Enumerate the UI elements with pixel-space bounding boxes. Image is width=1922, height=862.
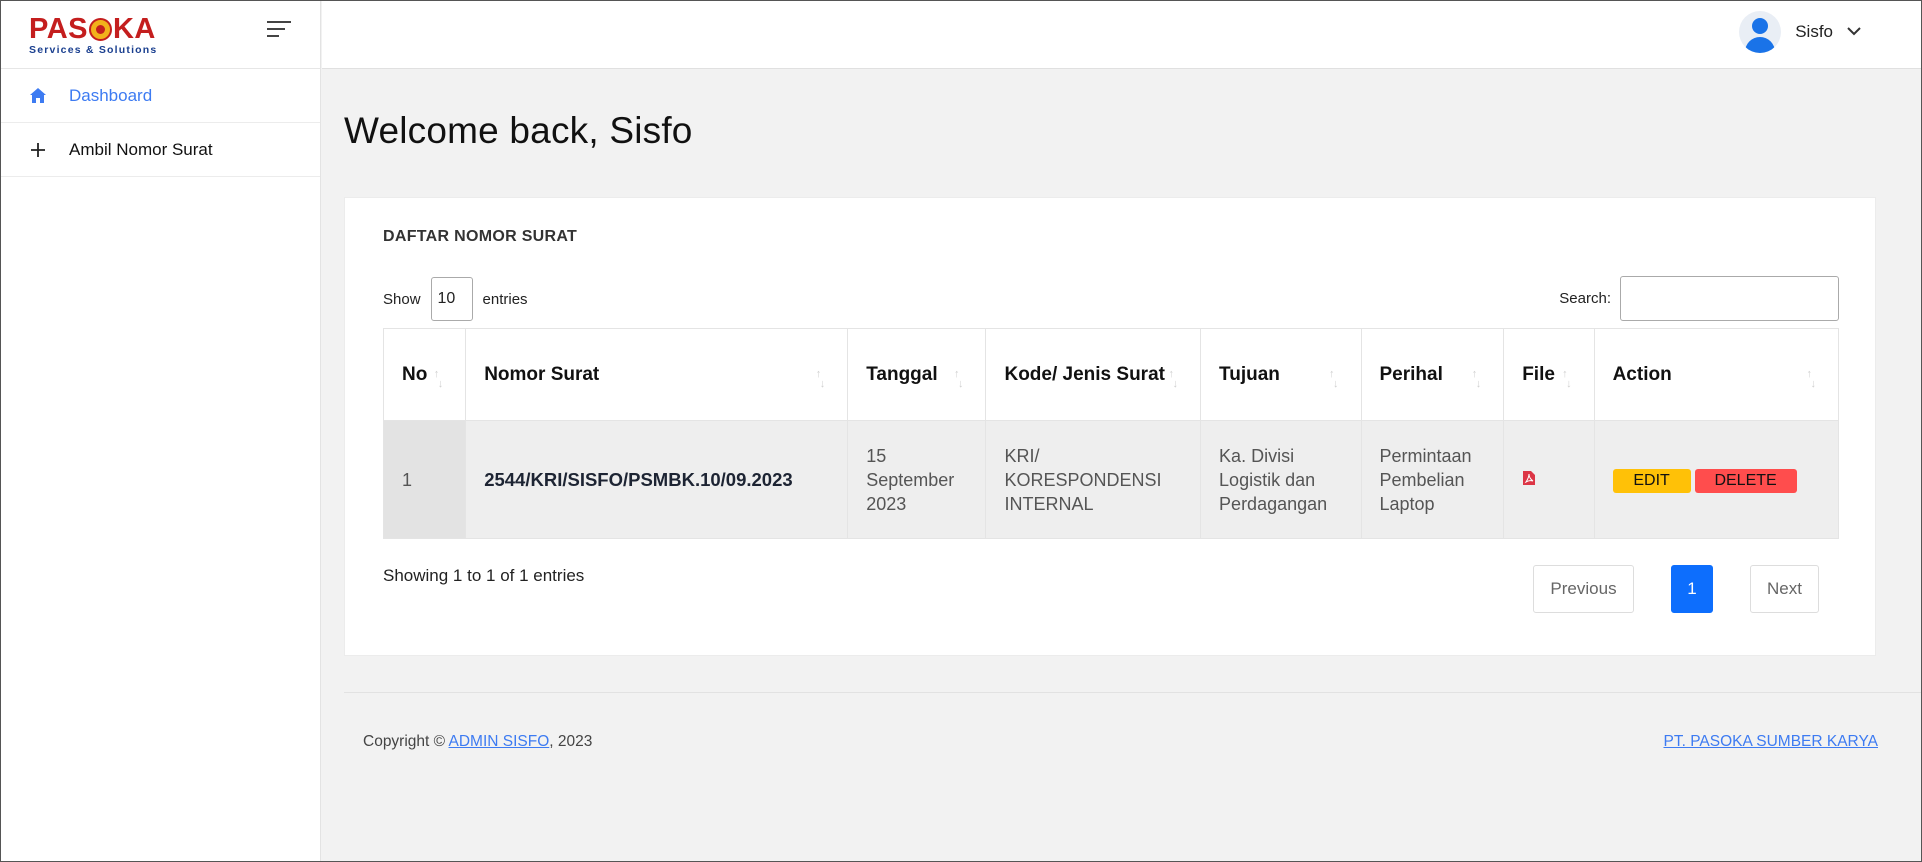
- cell-no: 1: [382, 420, 467, 539]
- home-icon: [27, 85, 49, 107]
- column-header-nomor-surat[interactable]: Nomor Surat ↑ ↓: [465, 328, 849, 421]
- cell-kode: KRI/ KORESPONDENSI INTERNAL: [985, 420, 1202, 539]
- logo-emblem-icon: [88, 17, 112, 41]
- sort-icon: ↑ ↓: [1329, 368, 1339, 390]
- copyright: Copyright © ADMIN SISFO, 2023: [363, 733, 592, 751]
- column-header-no[interactable]: No ↑ ↓: [382, 328, 467, 421]
- cell-line: Ka. Divisi: [1219, 445, 1295, 466]
- entries-select[interactable]: 10: [430, 277, 473, 321]
- previous-page-button[interactable]: Previous: [1533, 565, 1634, 613]
- logo[interactable]: PAS KA Services & Solutions: [29, 13, 158, 57]
- cell-action: EDIT DELETE: [1593, 420, 1840, 539]
- column-header-label: Tanggal: [866, 363, 938, 385]
- logo-word-left: PAS: [29, 13, 88, 45]
- table-info: Showing 1 to 1 of 1 entries: [383, 566, 585, 585]
- chevron-down-icon: [1847, 23, 1861, 41]
- page-1-button[interactable]: 1: [1671, 565, 1713, 613]
- cell-tujuan: Ka. Divisi Logistik dan Perdagangan: [1200, 420, 1362, 539]
- search-input[interactable]: [1620, 276, 1839, 321]
- sort-icon: ↑ ↓: [953, 368, 964, 390]
- column-header-perihal[interactable]: Perihal ↑ ↓: [1360, 328, 1505, 421]
- cell-tanggal: 15 September 2023: [847, 420, 987, 539]
- sidebar-item-label: Dashboard: [69, 85, 153, 105]
- user-menu[interactable]: Sisfo: [1739, 11, 1861, 53]
- search-label: Search:: [1559, 290, 1611, 307]
- cell-line: Logistik dan: [1219, 469, 1316, 490]
- sidebar-item-dashboard[interactable]: Dashboard: [1, 69, 320, 123]
- cell-line: September: [866, 469, 955, 490]
- cell-line: 15: [866, 445, 887, 466]
- sidebar-toggle-button[interactable]: [267, 21, 291, 43]
- column-header-file[interactable]: File ↑ ↓: [1503, 328, 1595, 421]
- cell-line: Laptop: [1379, 493, 1435, 514]
- card-title: DAFTAR NOMOR SURAT: [383, 228, 578, 245]
- nomor-surat-table: No ↑ ↓ Nomor Surat ↑ ↓ Tanggal ↑ ↓ Kode/ Jenis…: [382, 328, 1840, 539]
- sort-icon: ↑ ↓: [433, 368, 444, 390]
- sort-icon: ↑ ↓: [1471, 368, 1482, 390]
- logo-subtitle: Services & Solutions: [29, 44, 158, 56]
- page-title: Welcome back, Sisfo: [344, 110, 693, 151]
- cell-line: INTERNAL: [1004, 493, 1094, 514]
- column-header-label: Tujuan: [1219, 363, 1280, 385]
- table-header-row: No ↑ ↓ Nomor Surat ↑ ↓ Tanggal ↑ ↓ Kode/ Jenis…: [382, 328, 1840, 421]
- column-header-label: File: [1522, 363, 1555, 385]
- cell-line: KORESPONDENSI: [1004, 469, 1162, 490]
- logo-word: PAS KA: [29, 13, 157, 45]
- table-row: 1 2544/KRI/SISFO/PSMBK.10/09.2023 15 Sep…: [382, 420, 1840, 539]
- edit-button[interactable]: EDIT: [1612, 468, 1691, 493]
- column-header-kode[interactable]: Kode/ Jenis Surat ↑ ↓: [985, 328, 1202, 421]
- cell-perihal: Permintaan Pembelian Laptop: [1360, 420, 1505, 539]
- top-header: Sisfo: [322, 1, 1921, 69]
- search-control: Search:: [1559, 276, 1839, 321]
- column-header-label: Action: [1612, 363, 1672, 385]
- sidebar-item-label: Ambil Nomor Surat: [69, 139, 213, 159]
- copyright-prefix: Copyright ©: [363, 733, 449, 750]
- user-name: Sisfo: [1795, 22, 1833, 41]
- pdf-icon[interactable]: [1522, 468, 1536, 492]
- sidebar: PAS KA Services & Solutions Dashboard Amb…: [1, 1, 321, 861]
- cell-line: Perdagangan: [1219, 493, 1328, 514]
- column-header-tanggal[interactable]: Tanggal ↑ ↓: [847, 328, 987, 421]
- footer-divider: [344, 692, 1921, 693]
- plus-icon: [27, 139, 49, 161]
- next-page-button[interactable]: Next: [1750, 565, 1819, 613]
- menu-icon-line: [267, 35, 279, 37]
- admin-sisfo-link[interactable]: ADMIN SISFO: [449, 733, 550, 750]
- company-link[interactable]: PT. PASOKA SUMBER KARYA: [1664, 733, 1879, 751]
- cell-line: Pembelian: [1379, 469, 1465, 490]
- pagination: Previous 1 Next: [1533, 565, 1819, 613]
- column-header-action[interactable]: Action ↑ ↓: [1593, 328, 1840, 421]
- sort-icon: ↑ ↓: [815, 368, 826, 390]
- nomor-surat-card: DAFTAR NOMOR SURAT Show 10 entries Searc…: [344, 197, 1876, 656]
- sort-icon: ↑ ↓: [1806, 368, 1817, 390]
- cell-nomor-surat: 2544/KRI/SISFO/PSMBK.10/09.2023: [465, 420, 849, 539]
- entries-length-control: Show 10 entries: [383, 277, 528, 321]
- delete-button[interactable]: DELETE: [1694, 468, 1797, 493]
- copyright-suffix: , 2023: [549, 733, 593, 750]
- column-header-label: Kode/ Jenis Surat: [1004, 363, 1165, 385]
- entries-label: entries: [482, 290, 528, 308]
- logo-word-right: KA: [112, 13, 156, 45]
- brand-bar: PAS KA Services & Solutions: [1, 1, 320, 69]
- main-content: Welcome back, Sisfo DAFTAR NOMOR SURAT S…: [322, 70, 1921, 861]
- cell-line: KRI/: [1004, 445, 1040, 466]
- sort-icon: ↑ ↓: [1168, 368, 1179, 390]
- column-header-tujuan[interactable]: Tujuan ↑ ↓: [1200, 328, 1362, 421]
- sidebar-item-ambil-nomor-surat[interactable]: Ambil Nomor Surat: [1, 123, 320, 177]
- column-header-label: Nomor Surat: [484, 363, 600, 385]
- user-avatar-icon: [1739, 11, 1782, 53]
- show-label: Show: [383, 290, 421, 308]
- menu-icon-line: [267, 28, 285, 30]
- menu-icon: [267, 21, 291, 23]
- column-header-label: Perihal: [1379, 363, 1443, 385]
- cell-line: Permintaan: [1379, 445, 1472, 466]
- sort-icon: ↑ ↓: [1562, 368, 1572, 390]
- cell-line: 2023: [866, 493, 907, 514]
- column-header-label: No: [402, 363, 428, 385]
- cell-file: [1503, 420, 1595, 539]
